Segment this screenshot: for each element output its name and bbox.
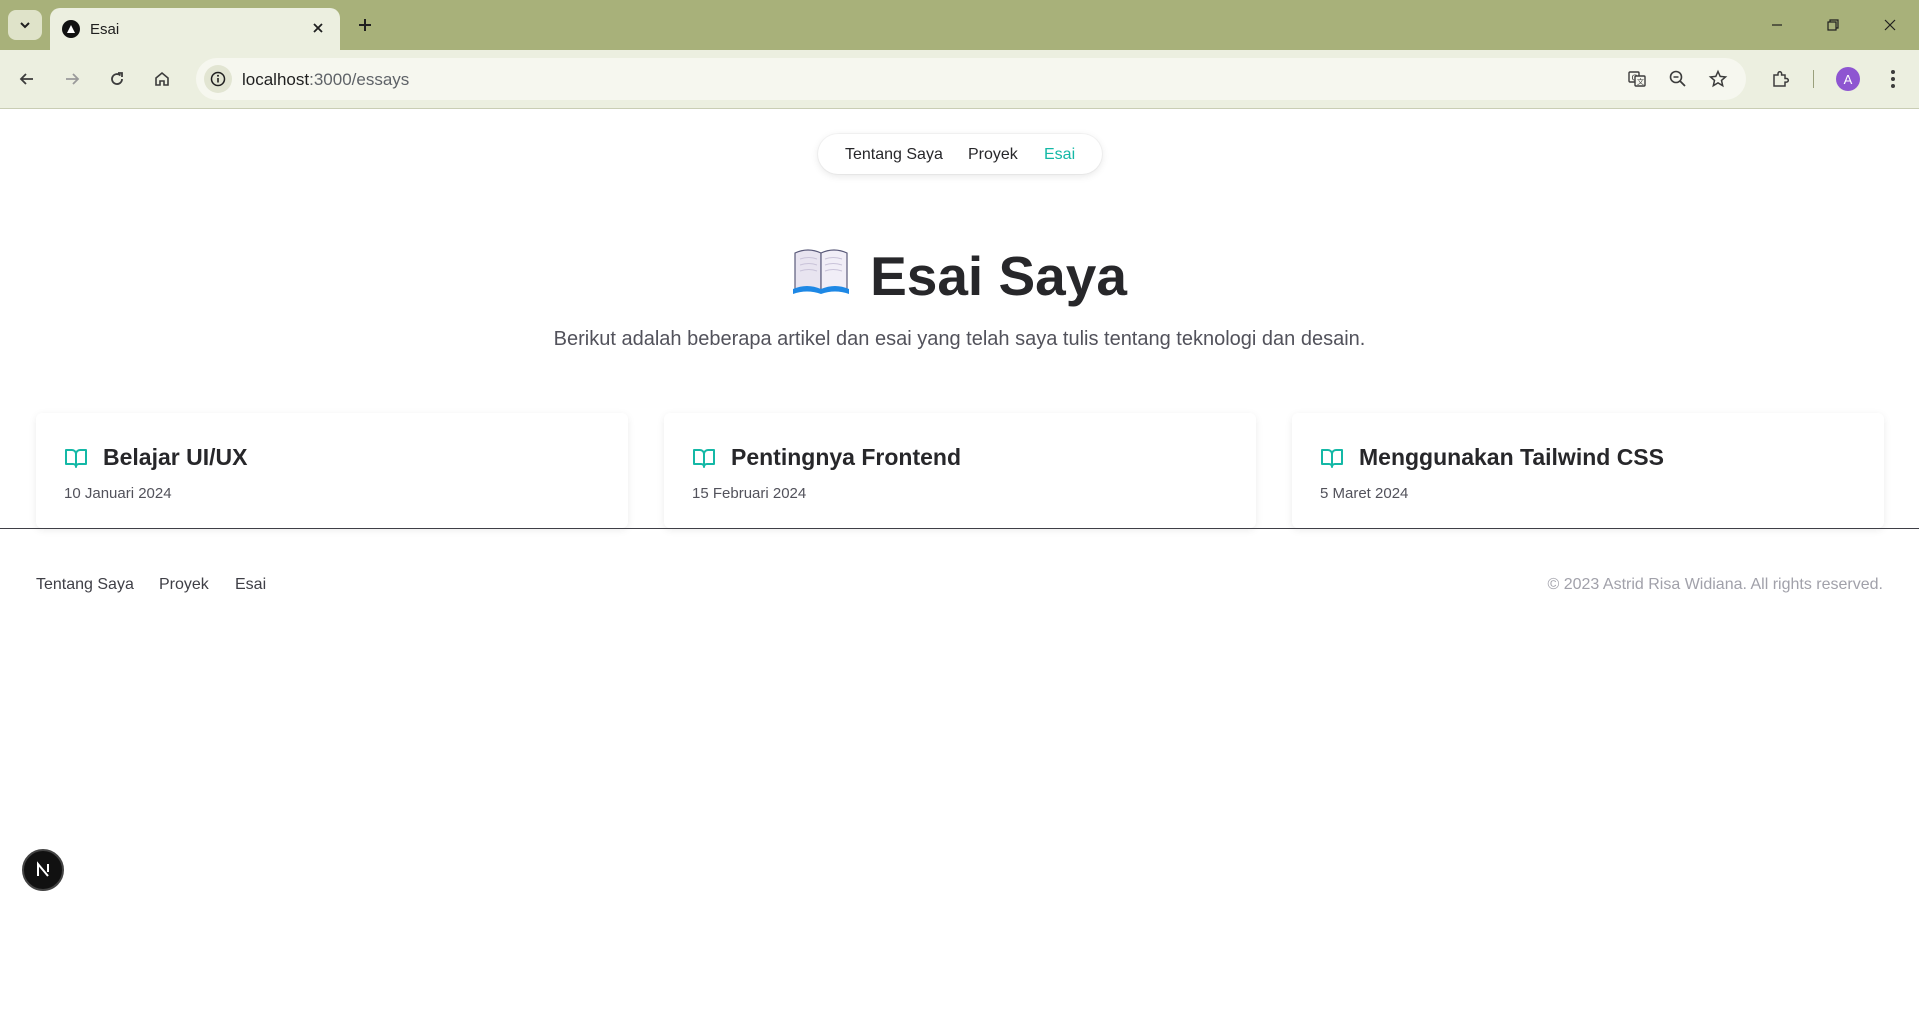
address-bar[interactable]: localhost:3000/essays G文 — [196, 58, 1746, 100]
essay-date: 15 Februari 2024 — [692, 485, 807, 502]
chevron-down-icon — [20, 22, 30, 29]
home-button[interactable] — [147, 64, 177, 94]
triangle-logo-icon — [62, 20, 80, 38]
arrow-left-icon — [19, 73, 33, 85]
puzzle-icon — [1773, 70, 1790, 87]
star-icon[interactable] — [1706, 67, 1730, 91]
url-text[interactable]: localhost:3000/essays — [242, 70, 409, 90]
essay-date: 5 Maret 2024 — [1320, 485, 1409, 502]
browser-menu-button[interactable] — [1878, 64, 1908, 94]
reload-button[interactable] — [102, 64, 132, 94]
url-path: :3000/essays — [309, 70, 410, 89]
essay-title[interactable]: Pentingnya Frontend — [731, 444, 961, 471]
more-vertical-icon — [1891, 70, 1895, 88]
browser-toolbar: localhost:3000/essays G文 — [0, 50, 1919, 109]
book-open-icon — [693, 449, 715, 468]
browser-tab-active[interactable]: Esai — [50, 8, 340, 50]
url-host: localhost — [242, 70, 310, 89]
back-button[interactable] — [12, 64, 42, 94]
nav-link-proyek[interactable]: Proyek — [968, 146, 1018, 164]
essay-title[interactable]: Menggunakan Tailwind CSS — [1359, 444, 1664, 471]
extensions-button[interactable] — [1766, 64, 1796, 94]
restore-button[interactable] — [1813, 10, 1853, 40]
reload-icon — [111, 72, 123, 85]
footer-divider — [0, 528, 1919, 529]
minimize-icon — [1772, 24, 1782, 26]
svg-text:文: 文 — [1637, 77, 1644, 86]
home-icon — [155, 71, 169, 86]
info-icon[interactable] — [204, 65, 232, 93]
nextjs-logo-icon — [37, 861, 49, 877]
forward-button[interactable] — [57, 64, 87, 94]
zoom-icon[interactable] — [1666, 67, 1690, 91]
essay-title[interactable]: Belajar UI/UX — [103, 444, 247, 471]
book-open-icon — [1321, 449, 1343, 468]
essay-card[interactable]: Menggunakan Tailwind CSS 5 Maret 2024 — [1292, 413, 1884, 528]
toolbar-divider — [1813, 70, 1814, 88]
footer-link-tentang-saya[interactable]: Tentang Saya — [36, 576, 134, 594]
essay-card[interactable]: Belajar UI/UX 10 Januari 2024 — [36, 413, 628, 528]
restore-icon — [1827, 19, 1839, 31]
footer-link-esai[interactable]: Esai — [235, 576, 266, 594]
translate-icon[interactable]: G文 — [1625, 67, 1649, 91]
arrow-right-icon — [66, 73, 80, 85]
profile-avatar[interactable]: A — [1836, 67, 1860, 91]
page-title: Esai Saya — [0, 244, 1919, 312]
essay-card[interactable]: Pentingnya Frontend 15 Februari 2024 — [664, 413, 1256, 528]
page-content: Tentang Saya Proyek Esai Esai Saya Berik… — [0, 109, 1919, 1012]
nextjs-dev-badge[interactable] — [22, 849, 64, 891]
page-subtitle: Berikut adalah beberapa artikel dan esai… — [553, 328, 1366, 350]
close-icon[interactable] — [308, 18, 328, 38]
plus-icon — [359, 19, 371, 31]
tab-title: Esai — [90, 21, 120, 38]
copyright-text: © 2023 Astrid Risa Widiana. All rights r… — [1547, 576, 1884, 593]
browser-tab-bar: Esai — [0, 0, 1919, 50]
nav-link-tentang-saya[interactable]: Tentang Saya — [845, 146, 943, 164]
page-title-text: Esai Saya — [870, 245, 1127, 307]
nav-link-esai[interactable]: Esai — [1044, 146, 1075, 164]
footer-link-proyek[interactable]: Proyek — [159, 576, 209, 594]
tab-search-button[interactable] — [8, 10, 42, 40]
close-icon — [1884, 19, 1896, 31]
open-book-emoji-icon — [792, 244, 850, 308]
minimize-button[interactable] — [1757, 10, 1797, 40]
top-navigation: Tentang Saya Proyek Esai — [818, 134, 1102, 174]
window-close-button[interactable] — [1870, 10, 1910, 40]
essay-date: 10 Januari 2024 — [64, 485, 172, 502]
book-open-icon — [65, 449, 87, 468]
new-tab-button[interactable] — [352, 12, 378, 38]
